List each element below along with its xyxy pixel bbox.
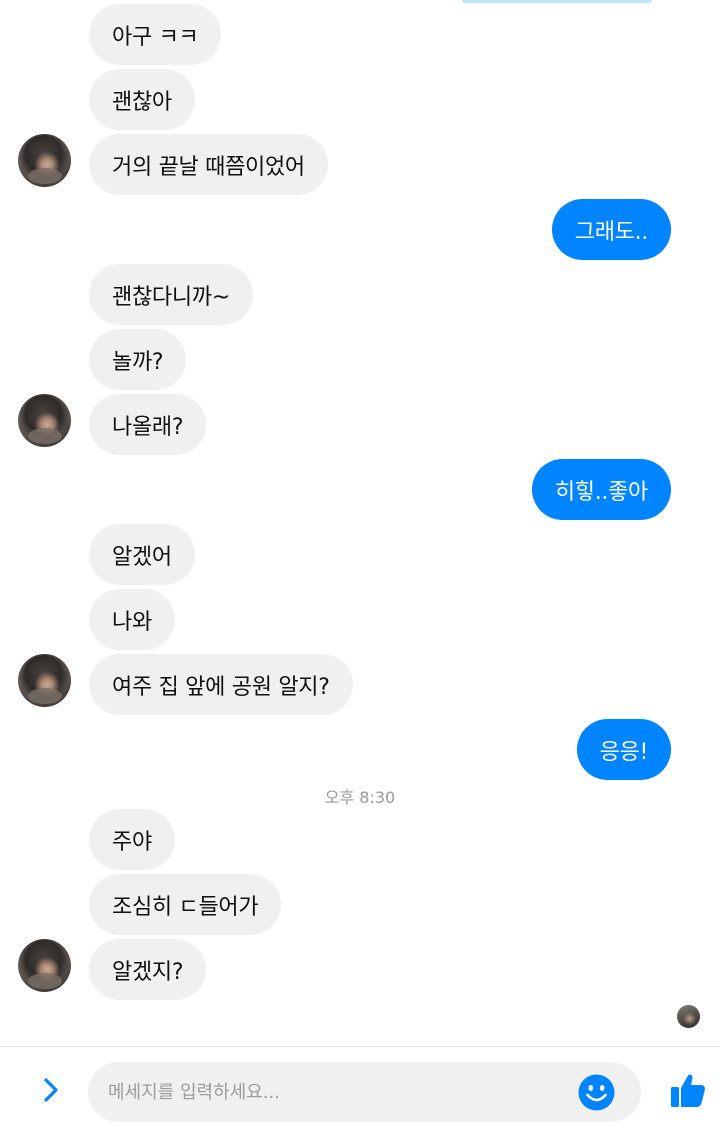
incoming-message[interactable]: 아구 ㅋㅋ xyxy=(89,4,222,65)
outgoing-message[interactable]: 그래도.. xyxy=(551,199,671,260)
message-text: 거의 끝날 때쯤이었어 xyxy=(112,154,305,180)
timestamp: 오후 8:30 xyxy=(324,788,396,807)
message-text: 주야 xyxy=(112,829,152,855)
message-input[interactable] xyxy=(108,1062,568,1122)
thumbs-up-icon[interactable] xyxy=(670,1072,706,1108)
message-text: 여주 집 앞에 공원 알지? xyxy=(112,674,330,700)
message-input-container xyxy=(88,1062,641,1122)
smiley-icon[interactable] xyxy=(578,1074,615,1111)
chevron-right-icon[interactable] xyxy=(38,1077,64,1103)
incoming-message[interactable]: 나와 xyxy=(89,589,175,650)
message-text: 알겠지? xyxy=(112,959,184,985)
message-composer xyxy=(0,1046,720,1131)
incoming-message[interactable]: 알겠어 xyxy=(89,524,195,585)
message-text: 괜찮아 xyxy=(112,89,172,115)
contact-avatar[interactable] xyxy=(18,394,71,447)
message-text: 히힣..좋아 xyxy=(554,479,648,505)
incoming-message[interactable]: 거의 끝날 때쯤이었어 xyxy=(89,134,328,195)
contact-avatar[interactable] xyxy=(18,654,71,707)
message-text: 그래도.. xyxy=(574,219,649,245)
message-text: 놀까? xyxy=(112,349,164,375)
seen-avatar xyxy=(677,1005,700,1028)
incoming-message[interactable]: 조심히 ㄷ들어가 xyxy=(89,874,282,935)
incoming-message[interactable]: 나올래? xyxy=(89,394,207,455)
incoming-message[interactable]: 알겠지? xyxy=(89,939,207,1000)
contact-avatar[interactable] xyxy=(18,134,71,187)
message-text: 조심히 ㄷ들어가 xyxy=(112,894,259,920)
message-text: 응응! xyxy=(599,739,649,765)
message-text: 알겠어 xyxy=(112,544,172,570)
outgoing-message[interactable]: 응응! xyxy=(576,719,671,780)
outgoing-message[interactable]: 히힣..좋아 xyxy=(531,459,671,520)
message-text: 괜찮다니까~ xyxy=(112,284,230,310)
previous-message-edge xyxy=(462,0,652,3)
contact-avatar[interactable] xyxy=(18,939,71,992)
incoming-message[interactable]: 여주 집 앞에 공원 알지? xyxy=(89,654,353,715)
incoming-message[interactable]: 괜찮아 xyxy=(89,69,195,130)
message-text: 아구 ㅋㅋ xyxy=(112,24,199,50)
message-text: 나와 xyxy=(112,609,152,635)
message-text: 나올래? xyxy=(112,414,184,440)
incoming-message[interactable]: 주야 xyxy=(89,809,175,870)
incoming-message[interactable]: 놀까? xyxy=(89,329,187,390)
incoming-message[interactable]: 괜찮다니까~ xyxy=(89,264,253,325)
